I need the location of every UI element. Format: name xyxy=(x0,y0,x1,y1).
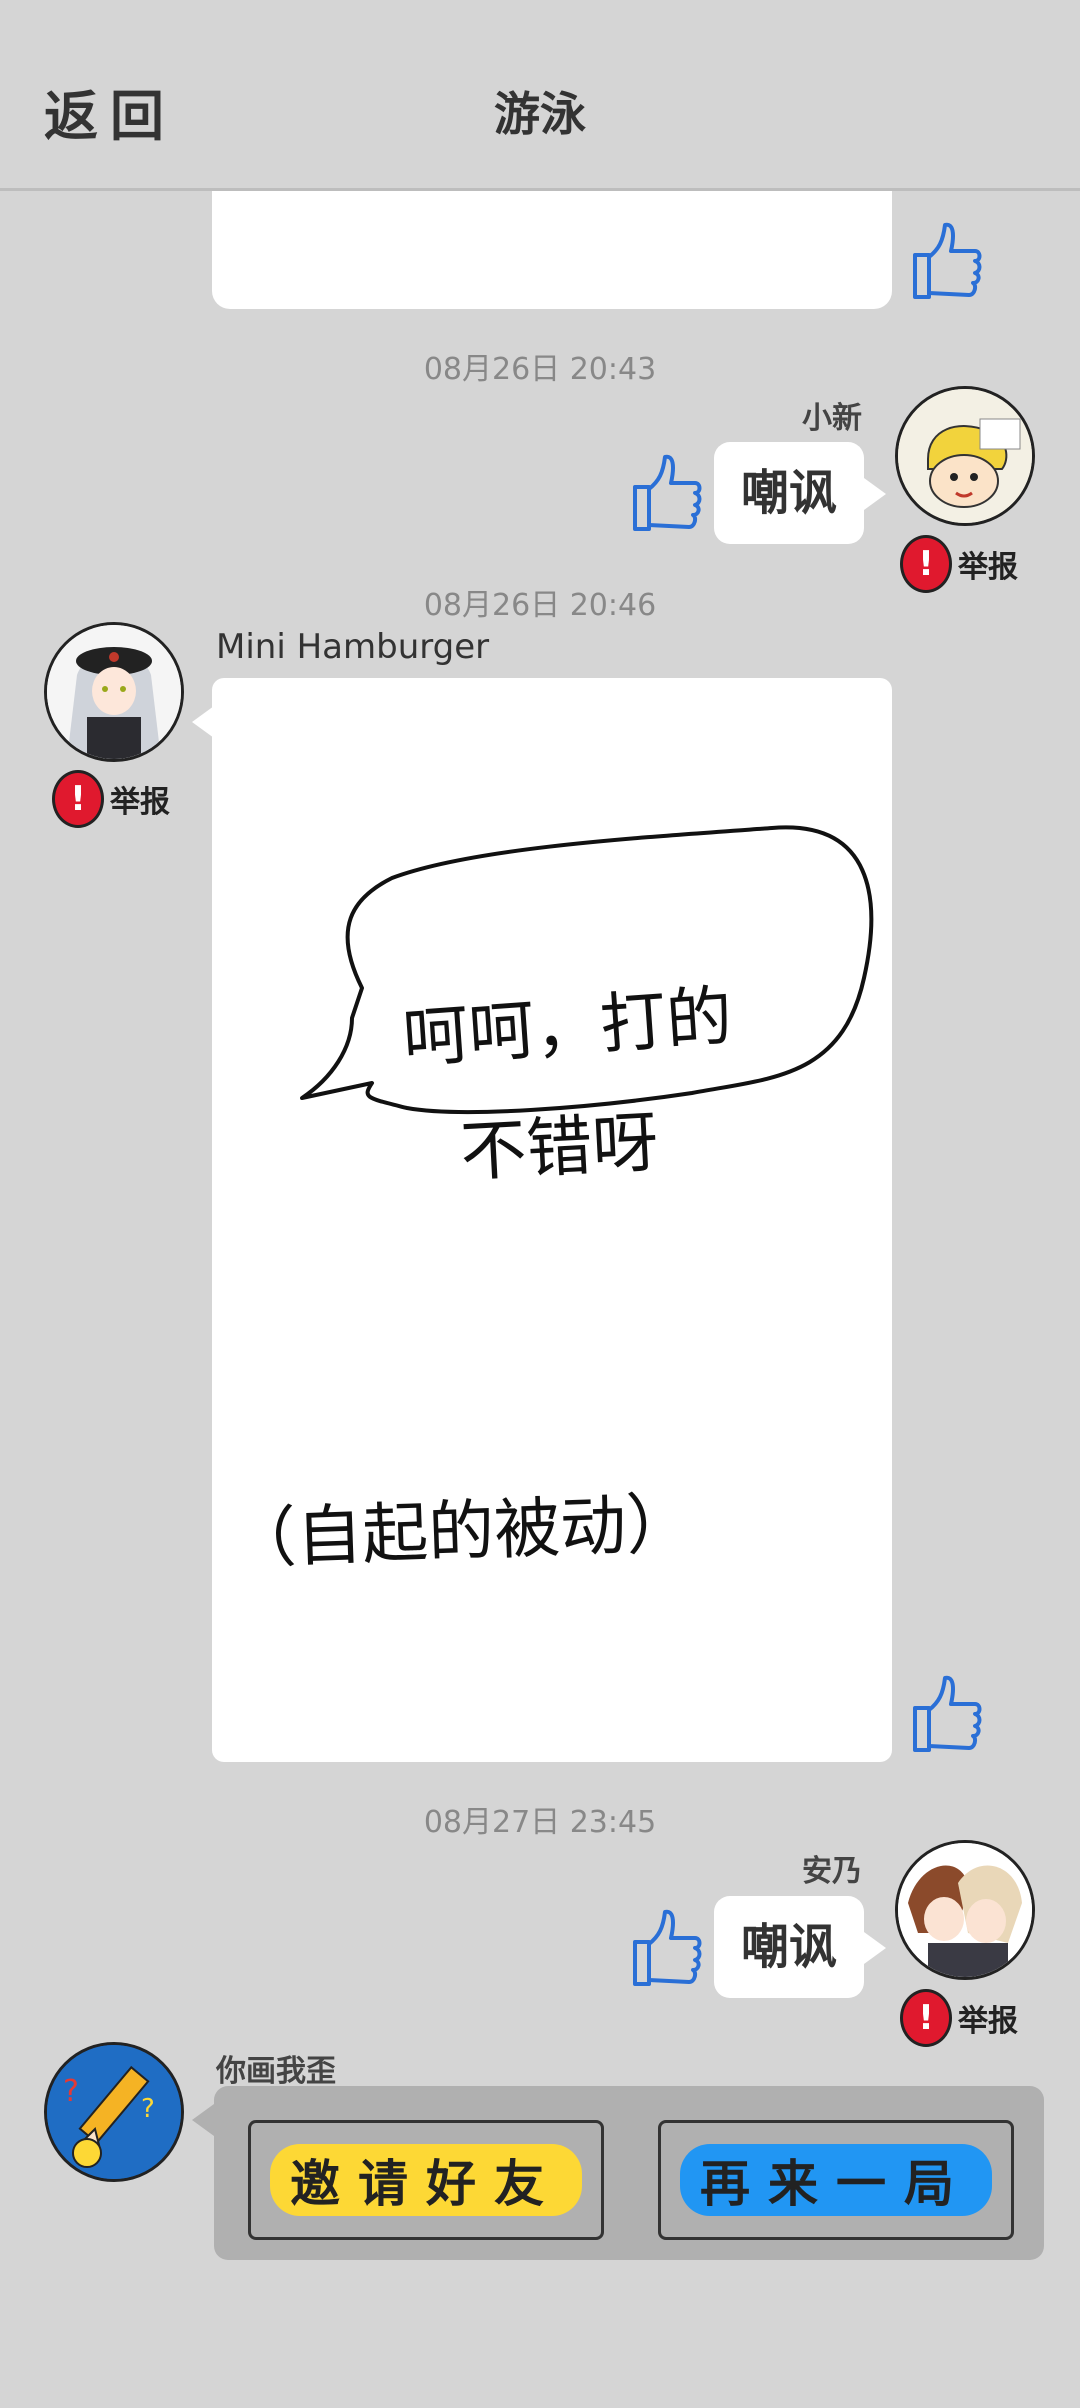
avatar-annai[interactable] xyxy=(895,1840,1035,1980)
message-text: 嘲讽 xyxy=(740,1919,837,1975)
sender-name: 你画我歪 xyxy=(216,2054,336,2089)
drawing-canvas xyxy=(300,825,874,1115)
thumbs-up-icon[interactable] xyxy=(625,1902,705,1992)
bubble-tail xyxy=(864,478,886,510)
timestamp: 08月26日 20:43 xyxy=(423,352,657,387)
report-button[interactable]: ! 举报 xyxy=(900,1989,1018,2047)
previous-drawing-card[interactable] xyxy=(212,191,892,309)
message-text: 嘲讽 xyxy=(740,465,837,521)
avatar-game-draw[interactable]: ? ? xyxy=(44,2042,184,2182)
drawing-text: 不错呀 xyxy=(458,1103,661,1192)
drawing-text: （自起的被动） xyxy=(228,1484,694,1579)
message-bubble[interactable]: 嘲讽 xyxy=(714,442,864,544)
bubble-tail xyxy=(192,706,214,738)
svg-text:?: ? xyxy=(63,2074,79,2109)
bubble-tail xyxy=(864,1932,886,1964)
drawing-card[interactable]: 呵呵，打的 不错呀 （自起的被动） xyxy=(212,678,892,1762)
svg-text:?: ? xyxy=(141,2094,155,2124)
thumbs-up-icon[interactable] xyxy=(625,447,705,537)
avatar-mini-hamburger[interactable] xyxy=(44,622,184,762)
timestamp: 08月26日 20:46 xyxy=(423,588,657,623)
message-bubble[interactable]: 嘲讽 xyxy=(714,1896,864,1998)
timestamp: 08月27日 23:45 xyxy=(423,1805,657,1840)
thumbs-up-icon[interactable] xyxy=(905,215,985,305)
thumbs-up-icon[interactable] xyxy=(905,1668,985,1758)
sender-name: 小新 xyxy=(802,401,862,436)
play-again-button[interactable]: 再来一局 xyxy=(658,2120,1014,2240)
exclamation-icon: ! xyxy=(52,770,104,828)
exclamation-icon: ! xyxy=(900,1989,952,2047)
invite-friends-button[interactable]: 邀请好友 xyxy=(248,2120,604,2240)
sender-name: 安乃 xyxy=(802,1854,862,1889)
report-button[interactable]: ! 举报 xyxy=(52,770,170,828)
bubble-tail xyxy=(192,2104,214,2136)
avatar-xiaoxin[interactable] xyxy=(895,386,1035,526)
page-title: 游泳 xyxy=(494,87,586,141)
sender-name: Mini Hamburger xyxy=(216,627,490,667)
